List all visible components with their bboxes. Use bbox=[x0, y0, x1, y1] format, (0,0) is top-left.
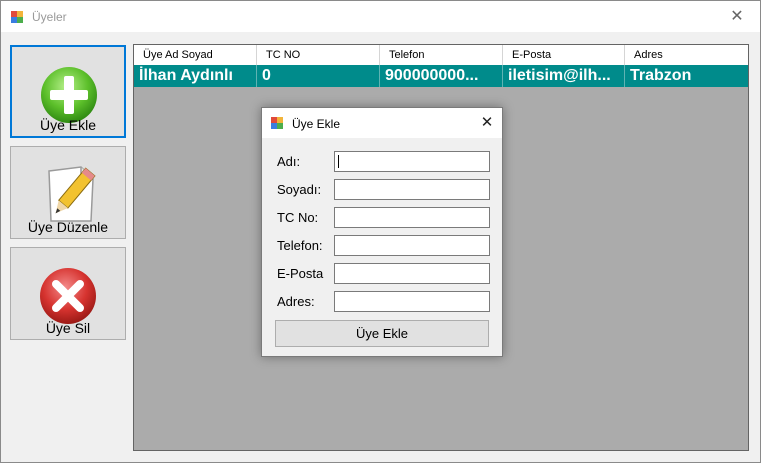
grid-header: Üye Ad Soyad TC NO Telefon E-Posta Adres bbox=[134, 45, 748, 65]
column-header-address[interactable]: Adres bbox=[625, 45, 748, 65]
window-title: Üyeler bbox=[32, 10, 67, 24]
last-name-label: Soyadı: bbox=[277, 182, 322, 197]
dialog-title: Üye Ekle bbox=[292, 117, 341, 131]
dialog-close-icon[interactable]: ✕ bbox=[472, 108, 502, 138]
plus-icon bbox=[41, 67, 97, 123]
cell-tc[interactable]: 0 bbox=[257, 65, 380, 87]
add-member-button[interactable]: Üye Ekle bbox=[10, 45, 126, 138]
cell-phone[interactable]: 900000000... bbox=[380, 65, 503, 87]
cell-email[interactable]: iletisim@ilh... bbox=[503, 65, 625, 87]
dialog-title-bar[interactable]: Üye Ekle ✕ bbox=[262, 108, 502, 138]
address-input[interactable] bbox=[334, 291, 490, 312]
email-label: E-Posta bbox=[277, 266, 324, 281]
close-icon[interactable]: ✕ bbox=[714, 1, 760, 32]
column-header-name[interactable]: Üye Ad Soyad bbox=[134, 45, 257, 65]
column-header-email[interactable]: E-Posta bbox=[503, 45, 625, 65]
edit-member-label: Üye Düzenle bbox=[27, 219, 109, 235]
column-header-phone[interactable]: Telefon bbox=[380, 45, 503, 65]
last-name-input[interactable] bbox=[334, 179, 490, 200]
delete-member-label: Üye Sil bbox=[45, 320, 91, 336]
phone-input[interactable] bbox=[334, 235, 490, 256]
table-row[interactable]: İlhan Aydınlı 0 900000000... iletisim@il… bbox=[134, 65, 748, 87]
add-member-label: Üye Ekle bbox=[39, 117, 97, 133]
app-icon bbox=[11, 11, 23, 23]
first-name-input[interactable] bbox=[334, 151, 490, 172]
tc-label: TC No: bbox=[277, 210, 319, 225]
title-bar[interactable]: Üyeler ✕ bbox=[1, 1, 760, 32]
email-input[interactable] bbox=[334, 263, 490, 284]
first-name-label: Adı: bbox=[277, 154, 301, 169]
submit-add-member-button[interactable]: Üye Ekle bbox=[275, 320, 489, 347]
cell-name[interactable]: İlhan Aydınlı bbox=[134, 65, 257, 87]
edit-member-button[interactable]: Üye Düzenle bbox=[10, 146, 126, 239]
dialog-app-icon bbox=[271, 117, 283, 129]
cell-address[interactable]: Trabzon bbox=[625, 65, 748, 87]
phone-label: Telefon: bbox=[277, 238, 323, 253]
delete-x-icon bbox=[40, 268, 96, 324]
tc-input[interactable] bbox=[334, 207, 490, 228]
main-window: Üyeler ✕ Üye Ekle Üye Düzenle Üye Sil Üy… bbox=[0, 0, 761, 463]
delete-member-button[interactable]: Üye Sil bbox=[10, 247, 126, 340]
pencil-icon bbox=[48, 166, 96, 222]
add-member-dialog: Üye Ekle ✕ Adı: Soyadı: TC No: Telefon: … bbox=[261, 107, 503, 357]
address-label: Adres: bbox=[277, 294, 315, 309]
column-header-tc[interactable]: TC NO bbox=[257, 45, 380, 65]
